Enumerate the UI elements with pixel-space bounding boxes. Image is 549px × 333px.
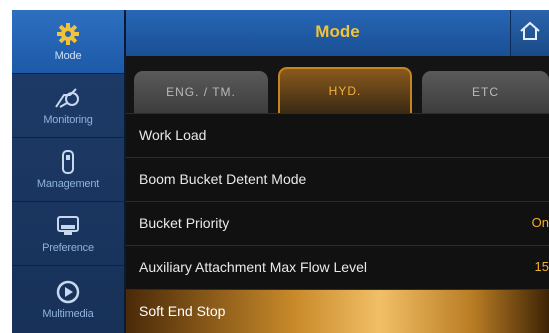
tab-hyd[interactable]: HYD.: [278, 67, 412, 113]
sidebar-item-label: Monitoring: [43, 114, 93, 126]
sidebar-item-label: Management: [36, 178, 100, 190]
gear-icon: [53, 21, 83, 47]
tab-label: ENG. / TM.: [166, 85, 236, 99]
tab-bar: ENG. / TM. HYD. ETC: [126, 56, 549, 113]
list-item-boom-bucket-detent-mode[interactable]: Boom Bucket Detent Mode: [126, 157, 549, 202]
management-icon: [53, 149, 83, 175]
row-label: Boom Bucket Detent Mode: [139, 171, 307, 187]
sidebar-item-label: Mode: [54, 50, 82, 62]
sidebar: Mode Monitoring Management Preference Mu…: [12, 10, 126, 333]
sidebar-item-multimedia[interactable]: Multimedia: [12, 266, 124, 333]
settings-list: Work Load Boom Bucket Detent Mode Bucket…: [126, 113, 549, 333]
row-value: 15: [534, 259, 549, 274]
home-icon: [519, 21, 541, 46]
row-label: Bucket Priority: [139, 215, 230, 231]
row-label: Work Load: [139, 127, 207, 143]
tab-eng-tm[interactable]: ENG. / TM.: [134, 71, 268, 113]
monitoring-icon: [53, 85, 83, 111]
tab-etc[interactable]: ETC: [422, 71, 549, 113]
multimedia-icon: [53, 279, 83, 305]
list-item-auxiliary-attachment-max-flow-level[interactable]: Auxiliary Attachment Max Flow Level 15: [126, 245, 549, 290]
sidebar-item-label: Preference: [42, 242, 94, 254]
display-screen: Mode Monitoring Management Preference Mu…: [12, 10, 549, 333]
list-item-work-load[interactable]: Work Load: [126, 113, 549, 158]
sidebar-item-mode[interactable]: Mode: [12, 10, 124, 74]
tab-label: ETC: [472, 85, 499, 99]
page-title: Mode: [315, 22, 360, 41]
sidebar-item-label: Multimedia: [42, 308, 94, 320]
row-value: On: [531, 215, 549, 230]
sidebar-item-preference[interactable]: Preference: [12, 202, 124, 266]
list-item-soft-end-stop[interactable]: Soft End Stop: [126, 289, 549, 333]
sidebar-item-monitoring[interactable]: Monitoring: [12, 74, 124, 138]
home-button[interactable]: [510, 10, 549, 56]
list-item-bucket-priority[interactable]: Bucket Priority On: [126, 201, 549, 246]
preference-icon: [53, 213, 83, 239]
row-label: Auxiliary Attachment Max Flow Level: [139, 259, 367, 275]
row-label: Soft End Stop: [139, 303, 226, 319]
tab-label: HYD.: [328, 84, 362, 98]
sidebar-item-management[interactable]: Management: [12, 138, 124, 202]
header-bar: Mode: [126, 10, 549, 56]
